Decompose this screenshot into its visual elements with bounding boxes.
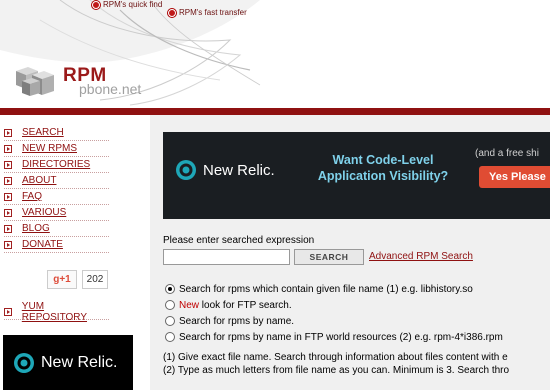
- arrow-icon: [4, 208, 12, 217]
- sidebar-item-label[interactable]: SEARCH: [22, 127, 64, 138]
- search-option-ftp[interactable]: New look for FTP search.: [165, 298, 292, 312]
- arrow-icon: [4, 160, 12, 169]
- search-option-ftp-world[interactable]: Search for rpms by name in FTP world res…: [165, 330, 503, 344]
- sidebar-item-label[interactable]: YUM REPOSITORY: [22, 301, 109, 323]
- radio-button[interactable]: [165, 300, 175, 310]
- option-label: look for FTP search.: [199, 299, 292, 311]
- option-label: Search for rpms which contain given file…: [179, 283, 473, 295]
- ad-headline-line: Want Code-Level: [332, 153, 434, 167]
- sidebar-item-directories[interactable]: DIRECTORIES: [4, 157, 109, 173]
- sidebar-ad[interactable]: New Relic.: [3, 335, 133, 390]
- new-relic-logo: New Relic.: [175, 159, 275, 181]
- sidebar-item-about[interactable]: ABOUT: [4, 173, 109, 189]
- help-text-2: (2) Type as much letters from file name …: [163, 365, 510, 376]
- search-input[interactable]: [163, 249, 290, 265]
- option-label: Search for rpms by name.: [179, 315, 295, 327]
- radio-button[interactable]: [165, 316, 175, 326]
- arrow-icon: [4, 144, 12, 153]
- option-label: Search for rpms by name in FTP world res…: [179, 331, 503, 343]
- header-divider: [0, 108, 550, 115]
- top-link-quick-find[interactable]: RPM's quick find: [92, 0, 162, 9]
- logo-subtext: pbone.net: [79, 81, 142, 97]
- top-link-fast-transfer[interactable]: RPM's fast transfer: [168, 8, 247, 17]
- sidebar-item-label[interactable]: DIRECTORIES: [22, 159, 90, 170]
- site-header: RPM's quick find RPM's fast transfer RPM…: [0, 0, 550, 108]
- main-content: New Relic. Want Code-Level Application V…: [150, 115, 550, 390]
- sidebar-item-various[interactable]: VARIOUS: [4, 205, 109, 221]
- sidebar-item-label[interactable]: VARIOUS: [22, 207, 66, 218]
- site-logo[interactable]: RPM pbone.net: [12, 63, 162, 103]
- sidebar-item-label[interactable]: FAQ: [22, 191, 42, 202]
- ad-brand: New Relic.: [203, 161, 275, 179]
- new-badge: New: [179, 299, 200, 311]
- sidebar-item-label[interactable]: ABOUT: [22, 175, 56, 186]
- search-button[interactable]: SEARCH: [294, 249, 364, 265]
- ad-subtext: (and a free shi: [475, 148, 539, 159]
- ad-headline-line: Application Visibility?: [317, 169, 449, 183]
- sidebar-item-label[interactable]: DONATE: [22, 239, 63, 250]
- sidebar-item-yum-repository[interactable]: YUM REPOSITORY: [4, 301, 109, 323]
- new-relic-icon: [176, 160, 196, 180]
- cube-logo-icon: [16, 67, 54, 96]
- search-option-file-name[interactable]: Search for rpms which contain given file…: [165, 282, 473, 296]
- radio-button[interactable]: [165, 332, 175, 342]
- arrow-icon: [4, 240, 12, 249]
- ad-banner[interactable]: New Relic. Want Code-Level Application V…: [163, 132, 550, 219]
- top-link-label: RPM's quick find: [103, 0, 163, 9]
- radio-button[interactable]: [165, 284, 175, 294]
- help-text-1: (1) Give exact file name. Search through…: [163, 352, 508, 363]
- ad-headline: Want Code-Level Application Visibility?: [303, 152, 463, 184]
- ad-cta-button[interactable]: Yes Please: [479, 166, 550, 188]
- sidebar-item-faq[interactable]: FAQ: [4, 189, 109, 205]
- top-link-label: RPM's fast transfer: [179, 8, 247, 17]
- sidebar-item-label[interactable]: NEW RPMS: [22, 143, 77, 154]
- sidebar-item-search[interactable]: SEARCH: [4, 125, 109, 141]
- bullet-icon: [168, 8, 176, 17]
- sidebar-item-blog[interactable]: BLOG: [4, 221, 109, 237]
- ad-brand: New Relic.: [41, 354, 118, 371]
- sidebar-item-new-rpms[interactable]: NEW RPMS: [4, 141, 109, 157]
- arrow-icon: [4, 176, 12, 185]
- arrow-icon: [4, 307, 12, 316]
- sidebar-item-donate[interactable]: DONATE: [4, 237, 109, 253]
- arrow-icon: [4, 224, 12, 233]
- arrow-icon: [4, 128, 12, 137]
- new-relic-logo: New Relic.: [13, 352, 117, 374]
- sidebar-item-label[interactable]: BLOG: [22, 223, 50, 234]
- search-option-name[interactable]: Search for rpms by name.: [165, 314, 294, 328]
- search-label: Please enter searched expression: [163, 235, 315, 246]
- new-relic-icon: [14, 353, 34, 373]
- google-plus-button[interactable]: g+1: [47, 270, 77, 289]
- sidebar: SEARCH NEW RPMS DIRECTORIES ABOUT FAQ VA…: [0, 115, 150, 390]
- advanced-search-link[interactable]: Advanced RPM Search: [369, 251, 473, 262]
- arrow-icon: [4, 192, 12, 201]
- google-plus-count: 202: [82, 270, 108, 289]
- bullet-icon: [92, 0, 100, 9]
